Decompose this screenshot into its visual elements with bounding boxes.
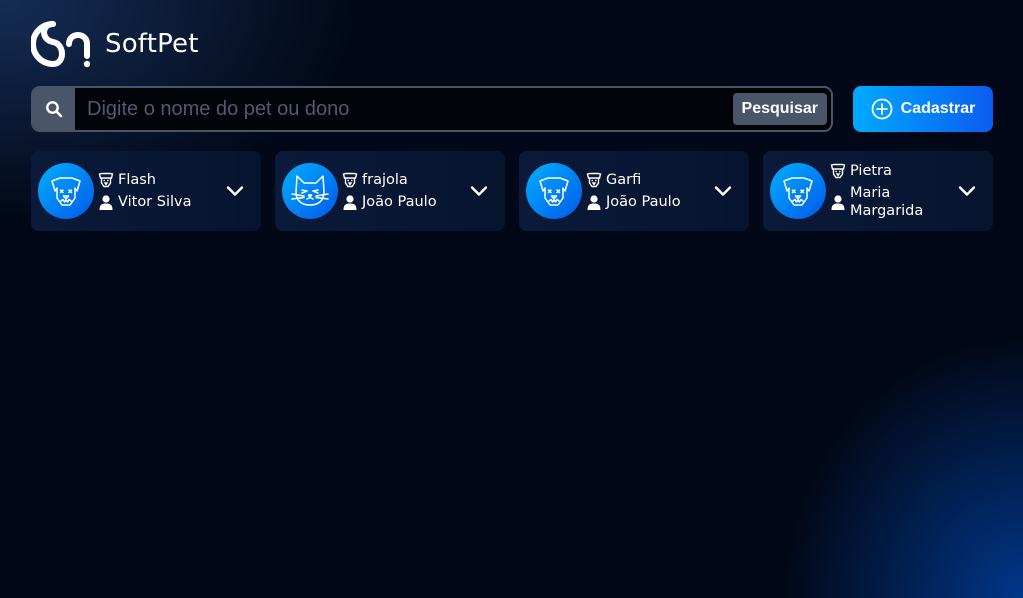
pet-card[interactable]: frajola João Paulo xyxy=(275,151,505,231)
dog-icon xyxy=(770,163,826,219)
owner-name: João Paulo xyxy=(362,194,437,210)
pet-icon xyxy=(829,162,846,180)
chevron-down-icon[interactable] xyxy=(223,179,247,203)
pet-icon xyxy=(341,171,358,189)
pet-name: Flash xyxy=(118,172,156,188)
register-button[interactable]: Cadastrar xyxy=(853,86,993,132)
pet-card-list: Flash Vitor Silva frajola João Paulo Gar… xyxy=(31,151,993,231)
chevron-down-icon[interactable] xyxy=(467,179,491,203)
register-button-label: Cadastrar xyxy=(900,100,976,117)
pet-icon xyxy=(97,171,114,189)
owner-icon xyxy=(97,193,114,211)
search-input[interactable] xyxy=(75,88,733,130)
dog-icon xyxy=(526,163,582,219)
owner-icon xyxy=(829,193,846,211)
pet-card[interactable]: Garfi João Paulo xyxy=(519,151,749,231)
app-header: SoftPet xyxy=(31,18,199,70)
pet-name: frajola xyxy=(362,172,408,188)
pet-name: Garfi xyxy=(606,172,642,188)
plus-circle-icon xyxy=(871,98,893,120)
cat-icon xyxy=(282,163,338,219)
search-button[interactable]: Pesquisar xyxy=(732,93,827,125)
owner-icon xyxy=(341,193,358,211)
search-bar: Pesquisar xyxy=(31,86,833,132)
app-title: SoftPet xyxy=(105,29,199,59)
search-icon[interactable] xyxy=(33,88,75,130)
dog-icon xyxy=(38,163,94,219)
chevron-down-icon[interactable] xyxy=(711,179,735,203)
chevron-down-icon[interactable] xyxy=(955,179,979,203)
owner-name: Vitor Silva xyxy=(118,194,192,210)
softpet-logo-icon xyxy=(31,21,91,68)
pet-name: Pietra xyxy=(850,163,892,179)
pet-card[interactable]: Pietra Maria Margarida xyxy=(763,151,993,231)
owner-name: João Paulo xyxy=(606,194,681,210)
pet-icon xyxy=(585,171,602,189)
owner-name: Maria Margarida xyxy=(850,185,924,219)
owner-icon xyxy=(585,193,602,211)
pet-card[interactable]: Flash Vitor Silva xyxy=(31,151,261,231)
